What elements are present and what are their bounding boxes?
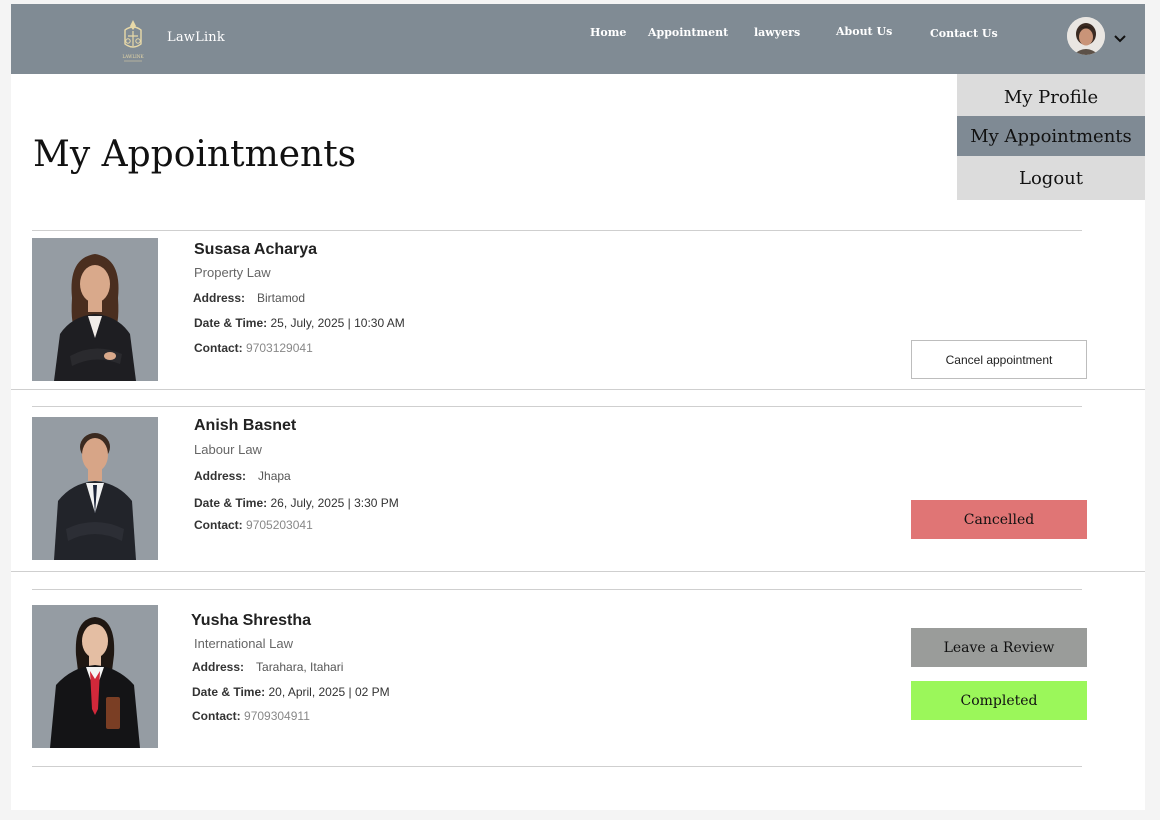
datetime-label: Date & Time: <box>194 496 268 510</box>
divider <box>32 230 1082 231</box>
address-value: Jhapa <box>258 469 291 483</box>
divider <box>32 406 1082 407</box>
nav-lawyers[interactable]: lawyers <box>754 26 800 39</box>
datetime-label: Date & Time: <box>194 316 268 330</box>
leave-review-button[interactable]: Leave a Review <box>911 628 1087 667</box>
lawyer-specialty: Labour Law <box>194 442 262 457</box>
cancel-appointment-button[interactable]: Cancel appointment <box>911 340 1087 379</box>
address-value: Birtamod <box>257 291 306 305</box>
contact-label: Contact: <box>194 518 243 532</box>
datetime-row: Date & Time: 26, July, 2025 | 3:30 PM <box>194 496 399 510</box>
lawyer-name: Anish Basnet <box>194 417 297 434</box>
contact-row: Contact: 9703129041 <box>194 341 313 355</box>
contact-value: 9705203041 <box>246 518 313 532</box>
datetime-value: 26, July, 2025 | 3:30 PM <box>270 496 399 510</box>
lawyer-name: Susasa Acharya <box>194 241 318 258</box>
nav-home[interactable]: Home <box>590 26 626 39</box>
address-label: Address: <box>193 291 246 305</box>
lawlink-logo[interactable]: LAWLINK <box>119 18 147 64</box>
address-label: Address: <box>194 469 247 483</box>
lawyer-photo <box>32 417 158 560</box>
page-title: My Appointments <box>33 134 357 175</box>
cancelled-status-badge: Cancelled <box>911 500 1087 539</box>
address-row: Address: Birtamod <box>193 291 305 305</box>
lawyer-name: Yusha Shrestha <box>191 612 312 629</box>
divider <box>32 766 1082 767</box>
divider <box>11 389 1145 390</box>
datetime-row: Date & Time: 20, April, 2025 | 02 PM <box>192 685 390 699</box>
datetime-row: Date & Time: 25, July, 2025 | 10:30 AM <box>194 316 405 330</box>
address-row: Address: Jhapa <box>194 469 291 483</box>
user-avatar[interactable] <box>1067 17 1105 55</box>
nav-contact-us[interactable]: Contact Us <box>930 27 998 40</box>
datetime-value: 20, April, 2025 | 02 PM <box>268 685 390 699</box>
contact-value: 9703129041 <box>246 341 313 355</box>
nav-about-us[interactable]: About Us <box>836 25 892 38</box>
contact-row: Contact: 9709304911 <box>192 709 310 723</box>
divider <box>11 571 1145 572</box>
logo-caption: LAWLINK <box>122 54 144 59</box>
contact-label: Contact: <box>192 709 241 723</box>
address-row: Address: Tarahara, Itahari <box>192 660 343 674</box>
divider <box>32 589 1082 590</box>
profile-dropdown-menu: My Profile My Appointments Logout <box>957 74 1145 200</box>
address-label: Address: <box>192 660 245 674</box>
completed-status-badge: Completed <box>911 681 1087 720</box>
contact-row: Contact: 9705203041 <box>194 518 313 532</box>
lawyer-photo <box>32 605 158 748</box>
datetime-value: 25, July, 2025 | 10:30 AM <box>270 316 405 330</box>
lawyer-specialty: Property Law <box>194 265 271 280</box>
chevron-down-icon[interactable] <box>1112 31 1128 47</box>
navbar: LAWLINK LawLink Home Appointment lawyers… <box>11 4 1145 74</box>
contact-value: 9709304911 <box>244 709 310 723</box>
nav-appointment[interactable]: Appointment <box>648 26 728 39</box>
brand-name[interactable]: LawLink <box>167 30 225 45</box>
menu-item-my-appointments[interactable]: My Appointments <box>957 116 1145 156</box>
menu-item-my-profile[interactable]: My Profile <box>957 74 1145 116</box>
menu-item-logout[interactable]: Logout <box>957 156 1145 200</box>
address-value: Tarahara, Itahari <box>256 660 344 674</box>
lawyer-specialty: International Law <box>194 636 294 651</box>
contact-label: Contact: <box>194 341 243 355</box>
datetime-label: Date & Time: <box>192 685 266 699</box>
lawyer-photo <box>32 238 158 381</box>
